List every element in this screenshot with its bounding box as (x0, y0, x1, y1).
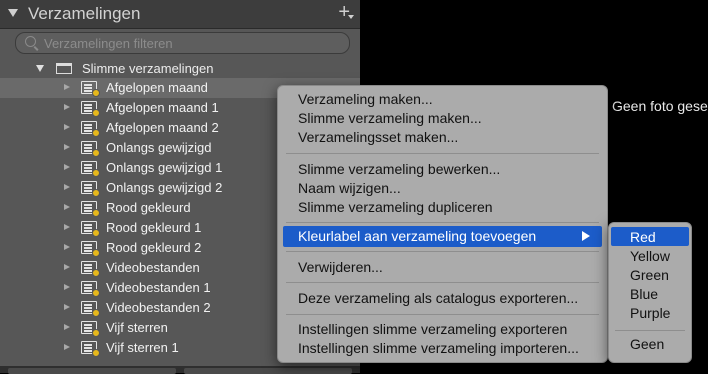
menu-item-import-smart-settings[interactable]: Instellingen slimme verzameling importer… (298, 340, 579, 356)
smart-collection-icon (81, 161, 100, 177)
smart-collection-icon (81, 221, 100, 237)
panel-header[interactable]: Verzamelingen + (0, 0, 360, 29)
collection-label: Vijf sterren 1 (106, 340, 179, 355)
collection-label: Afgelopen maand 2 (106, 120, 219, 135)
menu-item-delete[interactable]: Verwijderen... (298, 259, 383, 275)
collection-label: Onlangs gewijzigd (106, 140, 212, 155)
menu-separator (286, 222, 599, 223)
collection-label: Afgelopen maand (106, 80, 208, 95)
smart-collection-icon (81, 301, 100, 317)
menu-item-export-as-catalog[interactable]: Deze verzameling als catalogus exportere… (298, 290, 578, 306)
disclosure-triangle-icon[interactable] (64, 284, 70, 290)
smart-collection-icon (81, 121, 100, 137)
menu-separator (286, 282, 599, 283)
expanded-triangle-icon[interactable] (36, 65, 44, 72)
filter-input[interactable] (42, 34, 346, 53)
panel-title: Verzamelingen (28, 4, 141, 23)
disclosure-triangle-icon[interactable] (64, 144, 70, 150)
footer-button-left[interactable] (8, 368, 176, 374)
color-option-green[interactable]: Green (630, 267, 669, 283)
color-option-purple[interactable]: Purple (630, 305, 670, 321)
menu-separator (286, 251, 599, 252)
color-option-blue[interactable]: Blue (630, 286, 658, 302)
collection-label: Rood gekleurd 1 (106, 220, 202, 235)
color-option-none[interactable]: Geen (630, 336, 664, 352)
search-icon (25, 36, 36, 47)
menu-item-label: Kleurlabel aan verzameling toevoegen (298, 228, 537, 244)
smart-collection-icon (81, 281, 100, 297)
menu-separator (286, 314, 599, 315)
footer-button-right[interactable] (184, 368, 352, 374)
menu-item-export-smart-settings[interactable]: Instellingen slimme verzameling exporter… (298, 321, 567, 337)
smart-collection-icon (81, 201, 100, 217)
panel-footer (0, 366, 360, 374)
collection-label: Onlangs gewijzigd 1 (106, 160, 223, 175)
disclosure-triangle-icon[interactable] (64, 244, 70, 250)
collection-label: Videobestanden 2 (106, 300, 211, 315)
menu-separator (286, 153, 599, 154)
menu-item-edit-smart-collection[interactable]: Slimme verzameling bewerken... (298, 161, 500, 177)
color-option-red[interactable]: Red (630, 229, 656, 245)
disclosure-triangle-icon[interactable] (64, 344, 70, 350)
disclosure-triangle-icon[interactable] (64, 104, 70, 110)
disclosure-triangle-icon[interactable] (64, 224, 70, 230)
group-label: Slimme verzamelingen (82, 61, 214, 76)
smart-collection-icon (81, 321, 100, 337)
disclosure-triangle-icon[interactable] (64, 124, 70, 130)
disclosure-triangle-icon[interactable] (64, 164, 70, 170)
collection-label: Onlangs gewijzigd 2 (106, 180, 223, 195)
color-option-yellow[interactable]: Yellow (630, 248, 670, 264)
submenu-separator (615, 330, 685, 331)
menu-item-duplicate-smart-collection[interactable]: Slimme verzameling dupliceren (298, 199, 493, 215)
smart-collection-icon (81, 101, 100, 117)
add-collection-icon[interactable]: + (338, 1, 350, 24)
smart-collection-icon (81, 261, 100, 277)
menu-item-create-collection-set[interactable]: Verzamelingsset maken... (298, 129, 458, 145)
menu-item-add-color-label[interactable]: Kleurlabel aan verzameling toevoegen (283, 226, 602, 247)
color-label-submenu: Red Yellow Green Blue Purple Geen (608, 222, 692, 363)
smart-collection-icon (81, 341, 100, 357)
smart-collection-icon (81, 241, 100, 257)
smart-collection-icon (81, 81, 100, 97)
smart-collection-icon (81, 181, 100, 197)
collection-label: Rood gekleurd 2 (106, 240, 202, 255)
menu-item-create-smart-collection[interactable]: Slimme verzameling maken... (298, 110, 482, 126)
filter-field[interactable] (15, 32, 350, 54)
collapse-triangle-icon[interactable] (8, 9, 18, 17)
collection-label: Videobestanden 1 (106, 280, 211, 295)
submenu-arrow-icon (582, 231, 590, 241)
disclosure-triangle-icon[interactable] (64, 204, 70, 210)
disclosure-triangle-icon[interactable] (64, 324, 70, 330)
collection-set-icon (56, 63, 72, 74)
smart-collection-icon (81, 141, 100, 157)
disclosure-triangle-icon[interactable] (64, 84, 70, 90)
collection-label: Videobestanden (106, 260, 200, 275)
menu-item-rename[interactable]: Naam wijzigen... (298, 180, 401, 196)
add-dropdown-caret-icon[interactable] (348, 15, 354, 19)
smart-collections-group[interactable]: Slimme verzamelingen (0, 59, 360, 79)
disclosure-triangle-icon[interactable] (64, 184, 70, 190)
context-menu: Verzameling maken... Slimme verzameling … (277, 85, 608, 363)
collection-label: Vijf sterren (106, 320, 168, 335)
no-photo-message: Geen foto gese (612, 98, 708, 114)
collection-label: Afgelopen maand 1 (106, 100, 219, 115)
menu-item-create-collection[interactable]: Verzameling maken... (298, 91, 433, 107)
disclosure-triangle-icon[interactable] (64, 304, 70, 310)
collection-label: Rood gekleurd (106, 200, 191, 215)
disclosure-triangle-icon[interactable] (64, 264, 70, 270)
